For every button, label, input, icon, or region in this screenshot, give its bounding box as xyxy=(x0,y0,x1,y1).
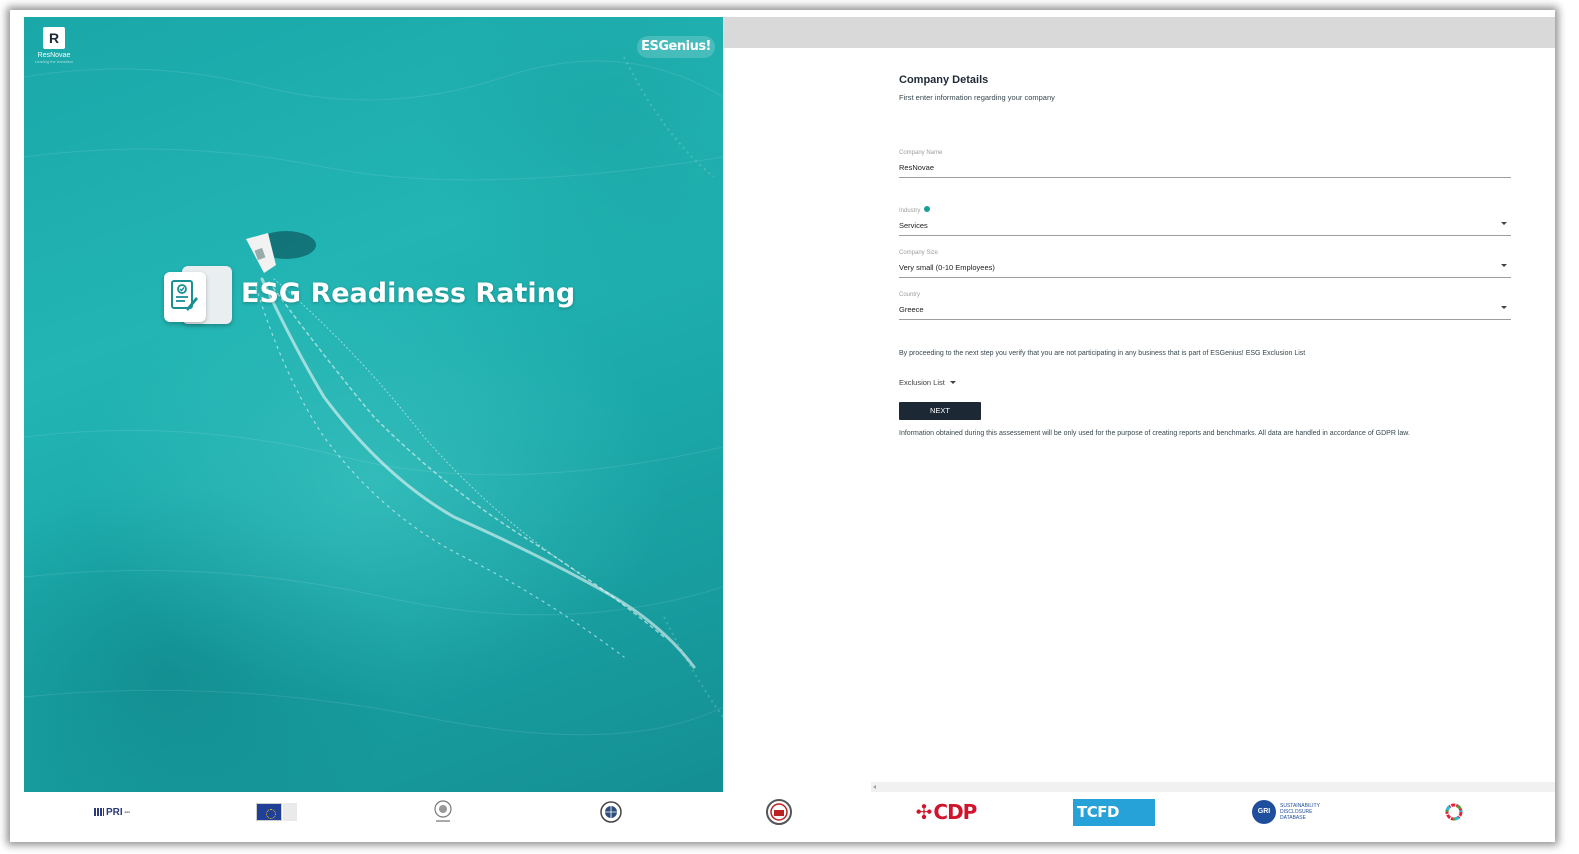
company-details-form: Company Details First enter information … xyxy=(899,74,1511,437)
resnovae-logo-mark: R xyxy=(43,27,65,49)
caret-down-icon xyxy=(949,381,956,384)
eu-logo xyxy=(254,792,299,832)
next-button[interactable]: NEXT xyxy=(899,402,981,420)
hero-panel: R ResNovae Leading the transition ESGeni… xyxy=(24,17,723,792)
resnovae-logo-tagline: Leading the transition xyxy=(34,59,74,64)
esgenius-logo: ESGenius! xyxy=(637,36,715,58)
app-frame: R ResNovae Leading the transition ESGeni… xyxy=(10,10,1555,842)
tcfd-logo: TCFD xyxy=(1072,792,1156,832)
seal-logo xyxy=(428,792,458,832)
company-size-value: Very small (0-10 Employees) xyxy=(899,263,995,272)
horizontal-scrollbar[interactable] xyxy=(871,782,1555,792)
caret-down-icon[interactable] xyxy=(1501,264,1507,267)
company-size-label: Company Size xyxy=(899,250,939,256)
exclusion-list-label: Exclusion List xyxy=(899,378,945,387)
document-check-icon xyxy=(164,266,234,326)
country-value: Greece xyxy=(899,305,924,314)
country-select[interactable]: Country Greece xyxy=(899,292,1511,320)
sasb-logo xyxy=(764,792,794,832)
boat xyxy=(246,231,316,273)
company-name-field[interactable]: Company Name ResNovae xyxy=(899,150,1511,178)
company-name-input[interactable]: ResNovae xyxy=(899,163,1511,177)
country-label: Country xyxy=(899,292,921,298)
hero-title: ESG Readiness Rating xyxy=(241,278,576,309)
gri-logo: GRI SUSTAINABILITY DISCLOSURE DATABASE xyxy=(1248,792,1320,832)
industry-value: Services xyxy=(899,221,928,230)
partner-logos: PRI ■■■ ✣ CDP TCFD GRI SUSTAINABILITY DI… xyxy=(24,792,1555,832)
exclusion-notice: By proceeding to the next step you verif… xyxy=(899,350,1306,357)
industry-select[interactable]: Industry Services xyxy=(899,206,1511,236)
caret-down-icon[interactable] xyxy=(1501,222,1507,225)
info-icon[interactable] xyxy=(924,206,931,212)
company-size-select[interactable]: Company Size Very small (0-10 Employees) xyxy=(899,250,1511,278)
industry-label: Industry xyxy=(899,208,921,214)
cdp-logo: ✣ CDP xyxy=(915,800,978,824)
exclusion-list-toggle[interactable]: Exclusion List xyxy=(899,378,956,387)
sdg-wheel-logo xyxy=(1439,792,1469,832)
pri-logo: PRI ■■■ xyxy=(82,792,142,832)
form-subtitle: First enter information regarding your c… xyxy=(899,93,1055,102)
resnovae-logo-name: ResNovae xyxy=(37,52,71,59)
top-bar xyxy=(723,17,1555,48)
globe-logo xyxy=(596,792,626,832)
caret-down-icon[interactable] xyxy=(1501,306,1507,309)
form-title: Company Details xyxy=(899,74,989,86)
company-name-label: Company Name xyxy=(899,150,943,156)
gdpr-note: Information obtained during this assesse… xyxy=(899,430,1410,437)
scroll-left-icon[interactable] xyxy=(873,785,876,789)
form-panel: Company Details First enter information … xyxy=(723,48,1555,792)
resnovae-logo: R ResNovae Leading the transition xyxy=(34,27,74,64)
ocean-background xyxy=(24,56,723,736)
